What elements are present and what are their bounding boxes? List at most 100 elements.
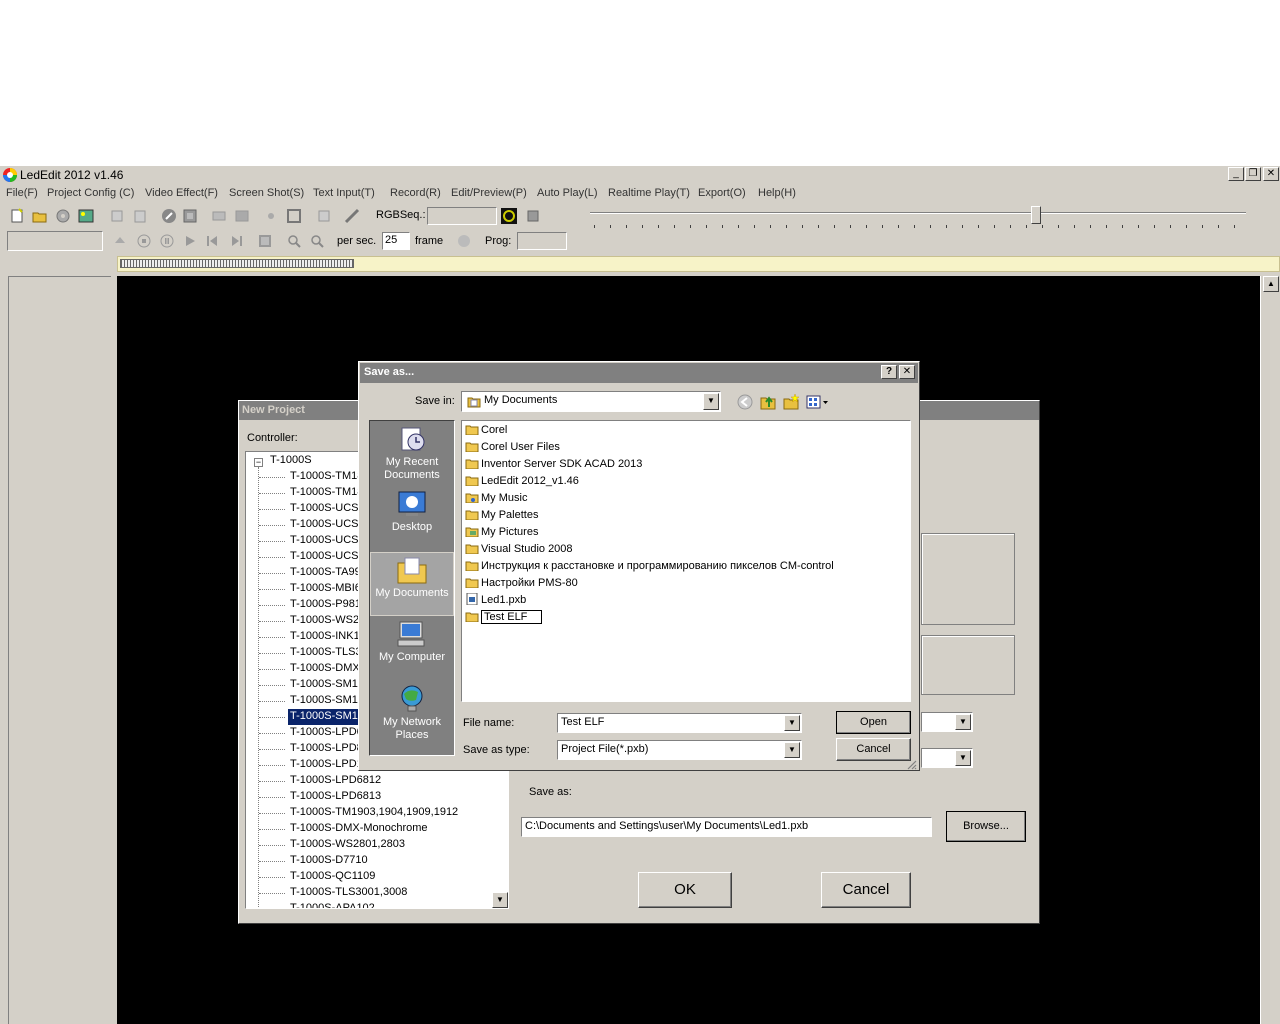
rgbseq-field[interactable]: [427, 207, 497, 225]
export-icon[interactable]: [525, 208, 541, 224]
tree-item[interactable]: T-1000S-UCS3: [288, 533, 367, 549]
np-dropdown-1[interactable]: ▼: [921, 712, 973, 732]
place-desktop[interactable]: Desktop: [370, 487, 454, 551]
menu-export[interactable]: Export(O): [698, 187, 746, 199]
tree-item[interactable]: T-1000S-LPD8: [288, 741, 365, 757]
copy-icon[interactable]: [109, 208, 125, 224]
place-recent-documents[interactable]: My Recent Documents: [370, 422, 454, 486]
file-list-item[interactable]: Test ELF: [465, 610, 543, 627]
file-list-item[interactable]: Настройки PMS-80: [465, 576, 578, 593]
prog-field[interactable]: [517, 232, 567, 250]
menu-help[interactable]: Help(H): [758, 187, 796, 199]
tree-item[interactable]: T-1000S-UCS6: [288, 549, 367, 565]
video-icon[interactable]: [211, 208, 227, 224]
tree-scroll-down[interactable]: ▼: [492, 892, 508, 908]
browse-button[interactable]: Browse...: [946, 811, 1026, 842]
tree-item[interactable]: T-1000S-WS28: [288, 613, 367, 629]
speed-slider-thumb[interactable]: [1031, 206, 1041, 224]
restore-button[interactable]: ❐: [1245, 167, 1261, 181]
open-button[interactable]: Open: [836, 711, 911, 734]
save-as-close-button[interactable]: ✕: [899, 365, 915, 379]
square-icon[interactable]: [286, 208, 302, 224]
menu-auto-play[interactable]: Auto Play(L): [537, 187, 598, 199]
file-list-item[interactable]: Visual Studio 2008: [465, 542, 573, 559]
tree-item[interactable]: T-1000S-QC1109: [288, 869, 377, 885]
file-list-item[interactable]: My Pictures: [465, 525, 538, 542]
speed-slider-track[interactable]: [590, 212, 1246, 214]
tree-item[interactable]: T-1000S-D7710: [288, 853, 370, 869]
tree-item[interactable]: T-1000S-SM16: [288, 693, 366, 709]
file-list-item[interactable]: Led1.pxb: [465, 593, 526, 610]
eject-icon[interactable]: [112, 233, 128, 249]
minimize-button[interactable]: _: [1228, 167, 1244, 181]
tree-item[interactable]: T-1000S-TA99: [288, 565, 363, 581]
tree-item[interactable]: T-1000S-LPD6813: [288, 789, 383, 805]
resize-grip-icon[interactable]: [905, 758, 917, 770]
file-list-item[interactable]: Corel: [465, 423, 507, 440]
scroll-up-button[interactable]: ▲: [1263, 276, 1279, 292]
close-button[interactable]: ✕: [1263, 167, 1279, 181]
menu-project-config[interactable]: Project Config (C): [47, 187, 134, 199]
fullscreen-icon[interactable]: [257, 233, 273, 249]
vertical-scrollbar[interactable]: ▲: [1260, 276, 1280, 1024]
np-cancel-button[interactable]: Cancel: [821, 872, 911, 908]
help-button[interactable]: ?: [881, 365, 897, 379]
menu-video-effect[interactable]: Video Effect(F): [145, 187, 218, 199]
menu-edit-preview[interactable]: Edit/Preview(P): [451, 187, 527, 199]
np-ok-button[interactable]: OK: [638, 872, 732, 908]
list-icon[interactable]: [316, 208, 332, 224]
file-list-item[interactable]: Инструкция к расстановке и программирова…: [465, 559, 834, 576]
save-in-dropdown[interactable]: My Documents ▼: [461, 391, 721, 412]
tree-item[interactable]: T-1000S-TLS3001,3008: [288, 885, 409, 901]
file-list[interactable]: Corel Corel User Files Inventor Server SDK…: [461, 420, 911, 702]
new-file-icon[interactable]: [9, 208, 25, 224]
save-cancel-button[interactable]: Cancel: [836, 738, 911, 761]
disabled-tool-icon[interactable]: [456, 233, 472, 249]
tree-item[interactable]: T-1000S-DMX-Monochrome: [288, 821, 430, 837]
menu-realtime-play[interactable]: Realtime Play(T): [608, 187, 690, 199]
tree-item[interactable]: T-1000S-TM1903,1904,1909,1912: [288, 805, 460, 821]
color-wheel-icon[interactable]: [501, 208, 517, 224]
play-icon[interactable]: [182, 233, 198, 249]
file-list-item[interactable]: LedEdit 2012_v1.46: [465, 474, 579, 491]
tree-item[interactable]: T-1000S-TM18: [288, 469, 365, 485]
file-list-item[interactable]: My Music: [465, 491, 527, 508]
menu-screen-shot[interactable]: Screen Shot(S): [229, 187, 304, 199]
tree-item[interactable]: T-1000S-MBI6: [288, 581, 363, 597]
tree-item[interactable]: T-1000S-APA102: [288, 901, 377, 908]
zoom-in-icon[interactable]: [286, 233, 302, 249]
up-folder-icon[interactable]: [760, 393, 776, 410]
step-forward-icon[interactable]: [229, 233, 245, 249]
menu-file[interactable]: File(F): [6, 187, 38, 199]
image-icon[interactable]: [78, 208, 94, 224]
tree-root[interactable]: T-1000S: [270, 454, 312, 466]
np-dropdown-2[interactable]: ▼: [921, 748, 973, 768]
place-network[interactable]: My Network Places: [370, 682, 454, 746]
tree-collapse-toggle[interactable]: −: [254, 458, 263, 467]
dot-icon[interactable]: [263, 208, 279, 224]
tree-item[interactable]: T-1000S-UCS1: [288, 501, 367, 517]
place-my-computer[interactable]: My Computer: [370, 617, 454, 681]
place-my-documents[interactable]: My Documents: [370, 552, 454, 616]
np-save-path-field[interactable]: C:\Documents and Settings\user\My Docume…: [521, 817, 932, 837]
tree-item[interactable]: T-1000S-SM16: [288, 677, 366, 693]
timeline-frames[interactable]: [120, 259, 354, 268]
file-list-item[interactable]: My Palettes: [465, 508, 538, 525]
file-list-item[interactable]: Inventor Server SDK ACAD 2013: [465, 457, 642, 474]
menu-text-input[interactable]: Text Input(T): [313, 187, 375, 199]
edit-pen-icon[interactable]: [161, 208, 177, 224]
tree-item[interactable]: T-1000S-LPD1: [288, 757, 365, 773]
tree-item[interactable]: T-1000S-WS2801,2803: [288, 837, 407, 853]
tree-item[interactable]: T-1000S-TLS3: [288, 645, 364, 661]
brush-icon[interactable]: [344, 208, 360, 224]
settings-gear-icon[interactable]: [55, 208, 71, 224]
paste-icon[interactable]: [132, 208, 148, 224]
pause-icon[interactable]: [159, 233, 175, 249]
tree-item[interactable]: T-1000S-INK10: [288, 629, 368, 645]
tree-item[interactable]: T-1000S-LPD6812: [288, 773, 383, 789]
record-icon[interactable]: [234, 208, 250, 224]
position-field[interactable]: [7, 231, 103, 251]
tree-item[interactable]: T-1000S-P981: [288, 597, 363, 613]
tree-item[interactable]: T-1000S-UCS2: [288, 517, 367, 533]
open-folder-icon[interactable]: [32, 208, 48, 224]
